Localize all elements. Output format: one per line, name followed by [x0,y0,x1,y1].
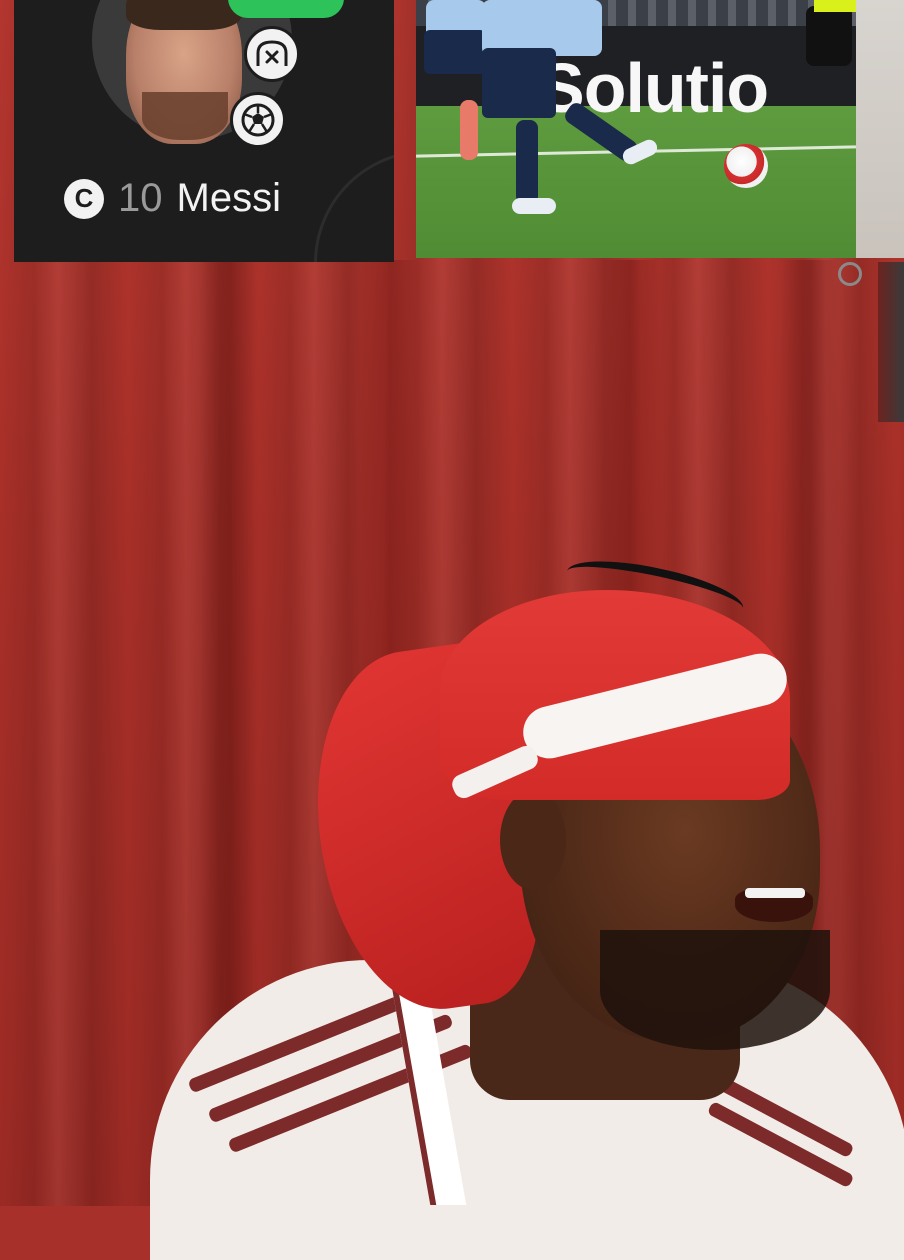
kicking-player-leg [516,120,538,204]
football [724,144,768,188]
referee-shirt [814,0,856,12]
player-number: 10 [118,176,163,220]
presenter-ear [500,790,566,890]
card-decoration-arc [314,150,394,262]
goal-ball-icon [230,92,286,148]
kicking-player-shorts [482,48,556,118]
player-card: C 10 Messi [14,0,394,262]
referee [806,6,852,66]
rating-badge [228,0,344,18]
photo-player-boot [460,100,478,160]
match-photo: Solutio [416,0,856,258]
kicking-player-boot [512,198,556,214]
player-name-row: C 10 Messi [64,176,281,221]
presenter-teeth [745,888,805,898]
substitution-icon [244,26,300,82]
room-wall [856,0,904,258]
captain-icon: C [64,178,104,219]
presenter-beard [600,930,830,1050]
player-name: Messi [176,176,281,220]
player-avatar-beard [142,92,228,140]
photo-player-shorts [424,30,486,74]
player-avatar-hair [126,0,242,30]
